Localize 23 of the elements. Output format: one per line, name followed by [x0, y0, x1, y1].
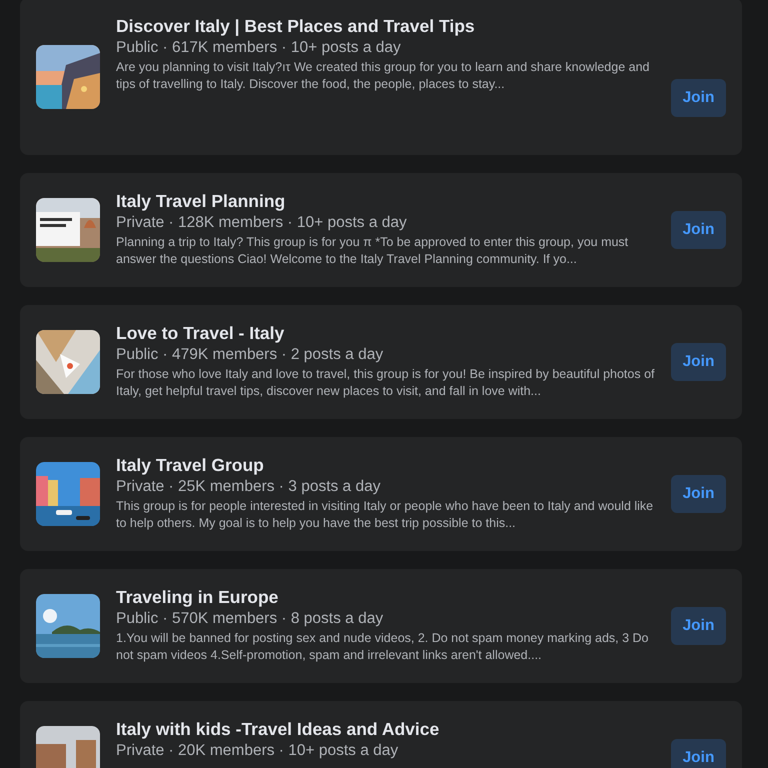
group-info: Public · 479K members · 2 posts a day	[116, 345, 384, 365]
group-description: Are you planning to visit Italy?ıτ We created this group for you to learn and share knowledge and tips of travelling to Italy. Discover the food, the people, places to stay...	[116, 59, 650, 93]
join-button[interactable]: Join	[671, 211, 726, 249]
group-description: This group is for people interested in visiting Italy or people who have been to Italy and would like to help others. My goal is to help you have the best trip possible to this...	[116, 498, 654, 532]
group-name[interactable]: Italy Travel Group	[116, 454, 655, 476]
join-button[interactable]: Join	[671, 739, 726, 768]
group-info: Public · 617K members · 10+ posts a day	[116, 38, 402, 58]
group-description: For those who love Italy and love to travel, this group is for you! Be inspired by beautiful photos of Italy, get helpful travel tips, discover new places to visit, and fall in love with...	[116, 366, 655, 400]
group-info: Public · 570K members · 8 posts a day	[116, 609, 384, 629]
group-info: Private · 25K members · 3 posts a day	[116, 477, 382, 497]
group-name[interactable]: Discover Italy | Best Places and Travel Tips	[116, 15, 655, 37]
join-button[interactable]: Join	[671, 475, 726, 513]
group-info: Private · 20K members · 10+ posts a day	[116, 741, 400, 761]
join-button[interactable]: Join	[671, 607, 726, 645]
group-info: Private · 128K members · 10+ posts a day	[116, 213, 408, 233]
group-name[interactable]: Traveling in Europe	[116, 586, 655, 608]
group-name[interactable]: Love to Travel - Italy	[116, 322, 655, 344]
group-name[interactable]: Italy Travel Planning	[116, 190, 655, 212]
group-name[interactable]: Italy with kids -Travel Ideas and Advice	[116, 718, 655, 740]
join-button[interactable]: Join	[671, 343, 726, 381]
join-button[interactable]: Join	[671, 78, 726, 116]
group-description: Planning a trip to Italy? This group is for you π *To be approved to enter this group, you must answer the questions Ciao! Welcome to the Italy Travel Planning community. If yo...	[116, 234, 630, 268]
group-description: 1.You will be banned for posting sex and nude videos, 2. Do not spam money marking ads, 3 Do not spam videos 4.Self-promotion, spam and irrelevant links aren't allowed....	[116, 630, 650, 664]
